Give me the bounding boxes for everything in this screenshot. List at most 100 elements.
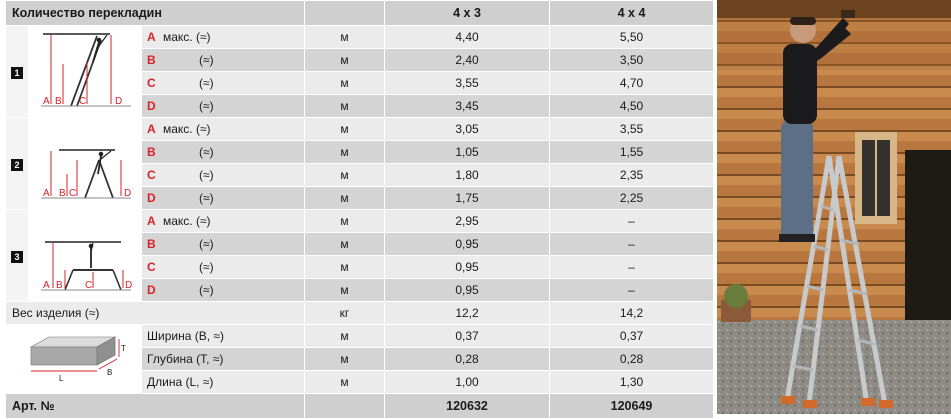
group-2: 2 A B C D A макс. (≈) м 3,05 3,55 B (≈) …	[5, 117, 714, 210]
param-cell: C (≈)	[141, 71, 305, 95]
value-4x4: –	[549, 232, 714, 256]
value-4x3: 1,00	[384, 370, 550, 394]
param-letter: A	[147, 214, 156, 228]
diagram-letter: C	[69, 188, 76, 199]
value-4x3: 0,95	[384, 232, 550, 256]
unit-cell: м	[304, 278, 385, 302]
unit-cell: м	[304, 324, 385, 348]
weight-4x4: 14,2	[549, 301, 714, 325]
unit-cell: м	[304, 370, 385, 394]
param-suffix: (≈)	[199, 168, 214, 182]
ladder-diagram-3: A B C D	[28, 209, 142, 302]
group-3: 3 A B C D A макс. (≈) м 2,95 – B (≈) м 0…	[5, 209, 714, 302]
weight-unit: кг	[304, 301, 385, 325]
value-4x4: 3,55	[549, 117, 714, 141]
table-row: T L B Ширина (B, ≈) м 0,37 0,37	[5, 324, 714, 394]
dimension-t-label: T	[121, 344, 126, 353]
value-4x3: 2,40	[384, 48, 550, 72]
dimension-label: Длина (L, ≈)	[141, 370, 305, 394]
diagram-letter: D	[115, 96, 122, 107]
diagram-letter: C	[85, 280, 92, 291]
diagram-letter: B	[59, 188, 66, 199]
param-suffix: (≈)	[199, 191, 214, 205]
unit-cell: м	[304, 255, 385, 279]
param-suffix: (≈)	[199, 53, 214, 67]
platform-diagram-icon: A B C D	[41, 241, 132, 291]
diagram-letter: A	[43, 188, 50, 199]
specs-table: Количество перекладин 4 x 3 4 x 4 1 A B …	[5, 0, 714, 419]
param-letter: B	[147, 237, 156, 251]
param-cell: D (≈)	[141, 186, 305, 210]
article-unit	[304, 393, 385, 419]
diagram-letter: B	[56, 280, 63, 291]
value-4x4: 4,70	[549, 71, 714, 95]
value-4x3: 0,28	[384, 347, 550, 371]
param-cell: B (≈)	[141, 140, 305, 164]
dimension-l-label: L	[59, 374, 64, 383]
weight-row: Вес изделия (≈) кг 12,2 14,2	[5, 301, 714, 325]
ladder-diagram-1: A B C D	[28, 25, 142, 118]
article-4x3: 120632	[384, 393, 550, 419]
value-4x4: 0,37	[549, 324, 714, 348]
value-4x3: 3,45	[384, 94, 550, 118]
param-suffix: (≈)	[199, 260, 214, 274]
article-4x4: 120649	[549, 393, 714, 419]
group-1: 1 A B C D A макс. (≈) м 4,40 5,50 B (≈) …	[5, 25, 714, 118]
value-4x3: 0,95	[384, 255, 550, 279]
group-index-badge: 3	[11, 250, 23, 263]
value-4x4: 5,50	[549, 25, 714, 49]
unit-cell: м	[304, 94, 385, 118]
param-cell: C (≈)	[141, 255, 305, 279]
unit-cell: м	[304, 232, 385, 256]
group-index-cell: 1	[5, 25, 29, 118]
diagram-letter: D	[124, 188, 131, 199]
value-4x4: 0,28	[549, 347, 714, 371]
param-cell: Aмакс. (≈)	[141, 117, 305, 141]
param-suffix: (≈)	[199, 99, 214, 113]
param-suffix: макс. (≈)	[163, 122, 211, 136]
unit-cell: м	[304, 25, 385, 49]
value-4x4: 2,35	[549, 163, 714, 187]
dimension-b-label: B	[107, 368, 112, 377]
value-4x3: 0,37	[384, 324, 550, 348]
value-4x4: 2,25	[549, 186, 714, 210]
value-4x4: 1,30	[549, 370, 714, 394]
value-4x3: 4,40	[384, 25, 550, 49]
folded-ladder-box-icon: T L B	[28, 335, 126, 383]
diagram-letter: A	[43, 280, 50, 291]
header-row: Количество перекладин 4 x 3 4 x 4	[5, 0, 714, 26]
group-index-badge: 2	[11, 158, 23, 171]
value-4x3: 0,95	[384, 278, 550, 302]
param-suffix: макс. (≈)	[163, 30, 211, 44]
unit-cell: м	[304, 186, 385, 210]
table-row: 2 A B C D A макс. (≈) м 3,05 3,55	[5, 117, 714, 210]
diagram-letter: B	[55, 96, 62, 107]
header-col-4x4: 4 x 4	[549, 0, 714, 26]
param-letter: B	[147, 145, 156, 159]
value-4x3: 2,95	[384, 209, 550, 233]
param-cell: Aмакс. (≈)	[141, 25, 305, 49]
diagram-letter: C	[79, 96, 86, 107]
table-row: 3 A B C D A макс. (≈) м 2,95 –	[5, 209, 714, 302]
dimensions-section: T L B Ширина (B, ≈) м 0,37 0,37 Глубина …	[5, 324, 714, 394]
weight-4x3: 12,2	[384, 301, 550, 325]
param-suffix: (≈)	[199, 237, 214, 251]
weight-label: Вес изделия (≈)	[5, 301, 305, 325]
param-letter: D	[147, 191, 156, 205]
param-cell: D (≈)	[141, 278, 305, 302]
param-letter: B	[147, 53, 156, 67]
ladder-diagram-2: A B C D	[28, 117, 142, 210]
value-4x4: 1,55	[549, 140, 714, 164]
stepladder-diagram-icon: A B C D	[41, 149, 131, 199]
group-index-badge: 1	[11, 66, 23, 79]
dimensions-diagram-cell: T L B	[5, 324, 142, 394]
dimension-label: Ширина (B, ≈)	[141, 324, 305, 348]
unit-cell: м	[304, 209, 385, 233]
param-letter: A	[147, 30, 156, 44]
value-4x4: 3,50	[549, 48, 714, 72]
unit-cell: м	[304, 117, 385, 141]
value-4x3: 3,05	[384, 117, 550, 141]
param-suffix: (≈)	[199, 283, 214, 297]
value-4x3: 1,75	[384, 186, 550, 210]
article-label: Арт. №	[5, 393, 305, 419]
